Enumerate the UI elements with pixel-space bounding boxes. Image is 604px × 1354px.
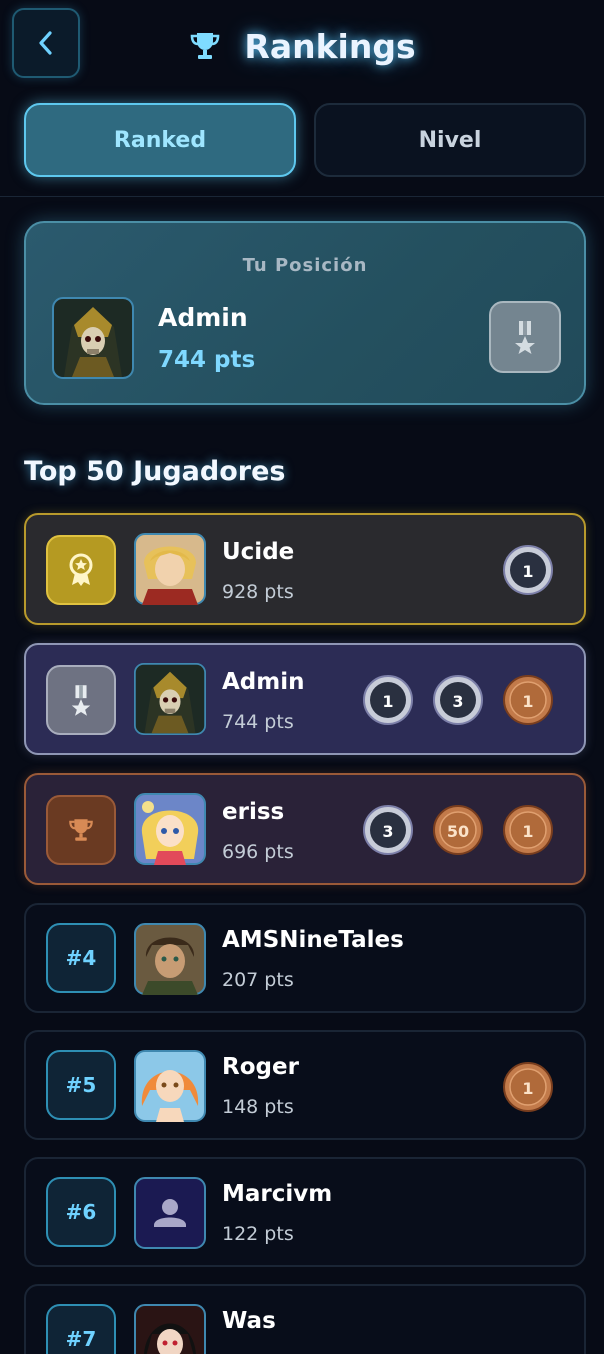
player-row-3[interactable]: eriss 696 pts 3 50 1 (24, 773, 586, 885)
rank-badge-2 (46, 665, 116, 735)
rank-number: #7 (46, 1304, 116, 1354)
my-rank-box (489, 301, 561, 373)
my-position-card: Tu Posición Admin 744 pts (24, 221, 586, 405)
bronze-coin-badge-icon: 50 (433, 805, 483, 855)
bronze-coin-badge-icon: 1 (503, 675, 553, 725)
title-wrap: Rankings (0, 18, 604, 74)
gold-award-icon (69, 553, 93, 586)
badge-label: 50 (447, 822, 469, 841)
silver-top-badge-icon: 1 (363, 675, 413, 725)
section-title: Top 50 Jugadores (24, 456, 286, 487)
player-points: 122 pts (222, 1223, 294, 1245)
my-name: Admin (158, 303, 248, 332)
player-points: 207 pts (222, 969, 294, 991)
badge-label: 3 (452, 692, 463, 711)
badge-list: 1 (502, 544, 554, 598)
avatar (134, 1304, 206, 1354)
avatar (134, 533, 206, 605)
avatar[interactable] (52, 297, 134, 379)
player-row-1[interactable]: Ucide 928 pts 1 (24, 513, 586, 625)
tab-nivel[interactable]: Nivel (314, 103, 586, 177)
rank-badge-1 (46, 535, 116, 605)
badge-label: 1 (522, 822, 533, 841)
player-row-6[interactable]: #6 Marcivm 122 pts (24, 1157, 586, 1267)
rank-number: #6 (46, 1177, 116, 1247)
player-name: Marcivm (222, 1181, 333, 1207)
avatar (134, 663, 206, 735)
player-points: 696 pts (222, 841, 294, 863)
avatar (134, 793, 206, 865)
badge-list: 3 50 1 (362, 804, 554, 858)
player-name: AMSNineTales (222, 927, 404, 953)
avatar (134, 1050, 206, 1122)
tab-ranked[interactable]: Ranked (24, 103, 296, 177)
badge-label: 1 (522, 562, 533, 581)
player-name: Roger (222, 1054, 299, 1080)
silver-medal-icon (71, 685, 91, 716)
badge-label: 3 (382, 822, 393, 841)
avatar (134, 923, 206, 995)
player-points: 928 pts (222, 581, 294, 603)
bronze-coin-badge-icon: 1 (503, 1062, 553, 1112)
silver-top-badge-icon: 3 (433, 675, 483, 725)
badge-list: 1 3 1 (362, 674, 554, 728)
rank-number: #5 (46, 1050, 116, 1120)
tab-bar: Ranked Nivel (24, 103, 586, 177)
badge-label: 1 (522, 692, 533, 711)
player-name: Was (222, 1308, 276, 1334)
player-points: 148 pts (222, 1096, 294, 1118)
my-position-caption: Tu Posición (242, 255, 368, 276)
bronze-coin-badge-icon: 1 (503, 805, 553, 855)
player-row-7[interactable]: #7 Was (24, 1284, 586, 1354)
player-row-4[interactable]: #4 AMSNineTales 207 pts (24, 903, 586, 1013)
trophy-icon (191, 33, 220, 59)
rank-badge-3 (46, 795, 116, 865)
rank-number: #4 (46, 923, 116, 993)
player-name: Admin (222, 669, 305, 695)
silver-top-badge-icon: 1 (503, 545, 553, 595)
player-points: 744 pts (222, 711, 294, 733)
badge-list: 1 (502, 1061, 554, 1115)
divider (0, 196, 604, 197)
silver-top-badge-icon: 3 (363, 805, 413, 855)
default-avatar-icon (134, 1177, 206, 1249)
player-name: Ucide (222, 539, 295, 565)
page-title: Rankings (244, 26, 416, 66)
player-name: eriss (222, 799, 285, 825)
player-row-2[interactable]: Admin 744 pts 1 3 1 (24, 643, 586, 755)
silver-medal-icon (515, 321, 535, 354)
my-points: 744 pts (158, 347, 256, 373)
header: Rankings (0, 0, 604, 92)
bronze-trophy-icon (69, 819, 93, 841)
badge-label: 1 (382, 692, 393, 711)
player-row-5[interactable]: #5 Roger 148 pts 1 (24, 1030, 586, 1140)
badge-label: 1 (522, 1079, 533, 1098)
